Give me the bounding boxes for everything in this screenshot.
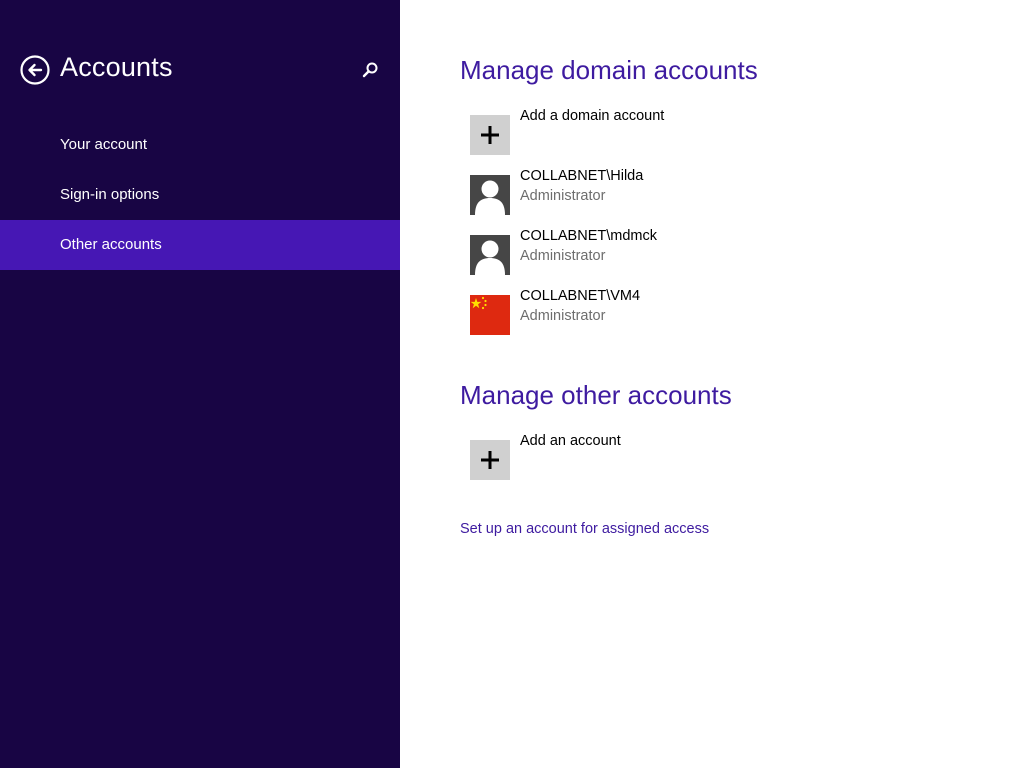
nav-list: Your account Sign-in options Other accou… [0,120,400,270]
account-row-hilda[interactable]: COLLABNET\Hilda Administrator [470,168,950,215]
back-arrow-icon[interactable] [20,55,50,85]
account-row-mdmck[interactable]: COLLABNET\mdmck Administrator [470,228,950,275]
account-text: COLLABNET\VM4 Administrator [520,286,640,326]
plus-icon [481,126,499,144]
account-text: COLLABNET\Hilda Administrator [520,166,643,206]
add-domain-account-button[interactable]: Add a domain account [470,108,950,155]
other-section-title: Manage other accounts [460,380,732,410]
account-name: COLLABNET\VM4 [520,288,641,304]
nav-item-label: Other accounts [60,236,162,253]
add-domain-account-text: Add a domain account [520,106,664,126]
account-role: Administrator [520,308,606,324]
add-account-text: Add an account [520,431,621,451]
account-name: COLLABNET\mdmck [520,228,657,244]
account-role: Administrator [520,248,606,264]
flag-picture [470,295,510,335]
nav-item-other-accounts[interactable]: Other accounts [0,220,400,270]
page-title: Accounts [60,52,173,82]
account-role: Administrator [520,188,606,204]
account-name: COLLABNET\Hilda [520,168,644,184]
add-account-label: Add an account [520,433,621,449]
settings-window: Accounts Your account Sign-in options Ot… [0,0,1024,768]
search-icon[interactable] [360,60,380,80]
account-text: COLLABNET\mdmck Administrator [520,226,657,266]
add-domain-account-label: Add a domain account [520,108,665,124]
content-pane: Manage domain accounts Add a domain acco… [400,0,1024,768]
nav-item-sign-in-options[interactable]: Sign-in options [0,170,400,220]
domain-section-title: Manage domain accounts [460,55,758,85]
nav-item-label: Your account [60,136,148,153]
nav-item-label: Sign-in options [60,186,160,203]
add-account-button[interactable]: Add an account [470,433,950,480]
assigned-access-link[interactable]: Set up an account for assigned access [460,521,709,537]
nav-item-your-account[interactable]: Your account [0,120,400,170]
plus-tile [470,440,510,480]
left-pane: Accounts Your account Sign-in options Ot… [0,0,400,768]
plus-icon [481,451,499,469]
plus-tile [470,115,510,155]
user-silhouette-icon [470,235,510,275]
account-row-vm4[interactable]: COLLABNET\VM4 Administrator [470,288,950,335]
user-silhouette-icon [470,175,510,215]
